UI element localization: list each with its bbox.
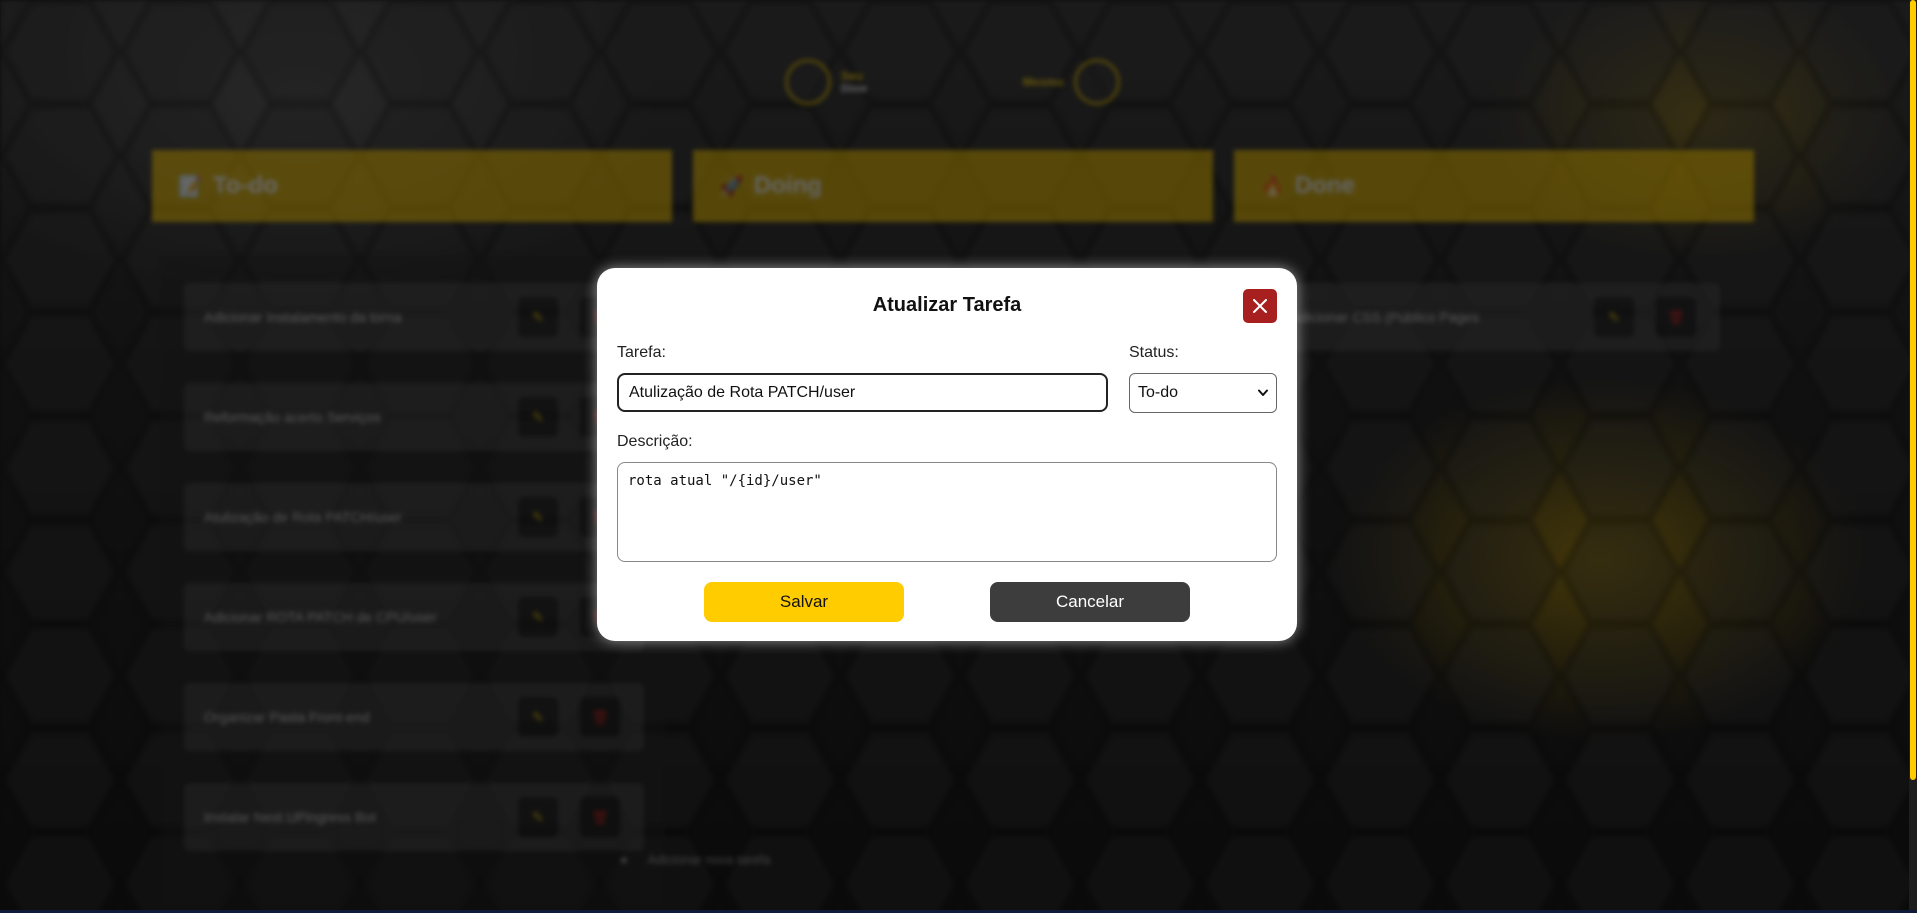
status-select[interactable]: To-do xyxy=(1129,373,1277,413)
task-label: Tarefa: xyxy=(617,344,666,361)
chevron-down-icon xyxy=(1258,389,1268,396)
scrollbar[interactable] xyxy=(1909,0,1917,913)
close-button[interactable] xyxy=(1243,289,1277,323)
description-textarea[interactable]: rota atual "/{id}/user" xyxy=(617,462,1277,562)
status-selected-value: To-do xyxy=(1138,384,1179,401)
scrollbar-thumb[interactable] xyxy=(1910,0,1916,780)
description-label: Descrição: xyxy=(617,433,693,450)
task-input[interactable] xyxy=(617,373,1108,412)
update-task-modal: Atualizar Tarefa Tarefa: Status: To-do D… xyxy=(597,268,1297,641)
modal-title: Atualizar Tarefa xyxy=(872,294,1022,316)
close-icon xyxy=(1253,299,1267,313)
cancel-button[interactable]: Cancelar xyxy=(990,582,1190,622)
save-button[interactable]: Salvar xyxy=(704,582,904,622)
status-label: Status: xyxy=(1129,344,1179,361)
